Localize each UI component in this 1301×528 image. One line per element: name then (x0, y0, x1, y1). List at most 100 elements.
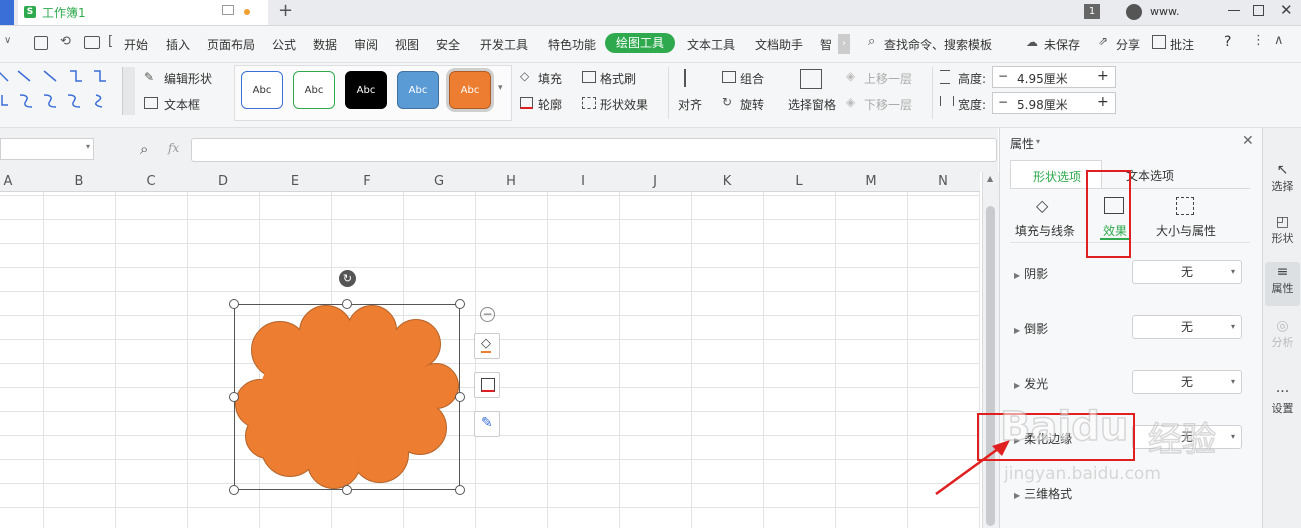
column-header[interactable]: M (835, 174, 907, 189)
reflection-row[interactable]: ▶ 倒影 (1014, 320, 1048, 337)
quick-outline-button[interactable] (474, 372, 500, 398)
rotate-handle-icon[interactable]: ↻ (339, 270, 356, 287)
page-count-badge[interactable]: 1 (1084, 4, 1100, 19)
new-tab-button[interactable]: + (278, 0, 293, 21)
menu-review[interactable]: 审阅 (354, 36, 378, 53)
resize-handle[interactable] (342, 299, 352, 309)
style-option-2[interactable]: Abc (293, 71, 335, 109)
quick-style-button[interactable]: ✎ (474, 411, 500, 437)
line-shapes-gallery[interactable] (0, 67, 120, 115)
bracket-icon[interactable]: [ (108, 34, 113, 49)
print-icon[interactable] (84, 36, 100, 49)
select-pane-button[interactable]: 选择窗格 (788, 96, 836, 113)
command-search[interactable]: 查找命令、搜索模板 (884, 36, 992, 53)
collapse-toolbar-icon[interactable]: − (480, 307, 495, 322)
gallery-scroll[interactable] (122, 67, 135, 115)
column-header[interactable]: A (0, 174, 44, 189)
column-header[interactable]: E (259, 174, 331, 189)
resize-handle[interactable] (229, 299, 239, 309)
pane-title[interactable]: 属性 (1010, 135, 1034, 152)
column-header[interactable]: C (115, 174, 187, 189)
style-option-4[interactable]: Abc (397, 71, 439, 109)
column-header[interactable]: J (619, 174, 691, 189)
name-box-dropdown-icon[interactable]: ▾ (86, 142, 90, 151)
menu-more-arrow-icon[interactable]: › (838, 34, 850, 54)
column-header[interactable]: F (331, 174, 403, 189)
group-button[interactable]: 组合 (740, 70, 764, 87)
tab-text-options[interactable]: 文本选项 (1126, 167, 1174, 184)
help-icon[interactable]: ? (1224, 34, 1231, 50)
column-header[interactable]: H (475, 174, 547, 189)
subtab-size-property[interactable]: 大小与属性 (1150, 194, 1222, 240)
edit-shape-button[interactable]: 编辑形状 (164, 70, 212, 87)
outline-button[interactable]: 轮廓 (538, 96, 562, 113)
more-dots-icon[interactable]: ⋮ (1252, 33, 1265, 48)
resize-handle[interactable] (229, 485, 239, 495)
expand-triangle-icon[interactable]: ▶ (1014, 271, 1020, 280)
menu-text-tools[interactable]: 文本工具 (687, 36, 735, 53)
align-button[interactable]: 对齐 (678, 96, 702, 113)
resize-handle[interactable] (455, 299, 465, 309)
menu-doc-assistant[interactable]: 文档助手 (755, 36, 803, 53)
fill-button[interactable]: 填充 (538, 70, 562, 87)
settings-tool[interactable]: ··· 设置 (1263, 384, 1301, 416)
menu-data[interactable]: 数据 (313, 36, 337, 53)
column-header[interactable]: L (763, 174, 835, 189)
resize-handle[interactable] (229, 392, 239, 402)
column-header[interactable]: G (403, 174, 475, 189)
column-header[interactable]: B (43, 174, 115, 189)
text-box-button[interactable]: 文本框 (164, 96, 200, 113)
width-decrement-button[interactable]: − (998, 95, 1008, 109)
resize-handle[interactable] (455, 392, 465, 402)
height-increment-button[interactable]: + (1097, 68, 1109, 84)
minimize-icon[interactable] (1228, 10, 1240, 11)
menu-security[interactable]: 安全 (436, 36, 460, 53)
restore-icon[interactable] (1253, 5, 1264, 16)
property-tool[interactable]: ≡ 属性 (1265, 262, 1300, 306)
annotate-button[interactable]: 批注 (1170, 36, 1194, 53)
menu-drawing-tools[interactable]: 绘图工具 (605, 33, 675, 53)
style-option-1[interactable]: Abc (241, 71, 283, 109)
cloud-shape[interactable] (234, 304, 460, 490)
width-increment-button[interactable]: + (1097, 94, 1109, 110)
unsaved-status[interactable]: 未保存 (1044, 36, 1080, 53)
resize-handle[interactable] (342, 485, 352, 495)
pane-close-icon[interactable]: ✕ (1242, 133, 1254, 149)
subtab-fill-line[interactable]: ◇ 填充与线条 (1008, 194, 1082, 240)
reflection-dropdown[interactable]: 无 ▾ (1132, 315, 1242, 339)
format-brush-button[interactable]: 格式刷 (600, 70, 636, 87)
column-header[interactable]: K (691, 174, 763, 189)
menu-view[interactable]: 视图 (395, 36, 419, 53)
resize-handle[interactable] (455, 485, 465, 495)
column-header[interactable]: D (187, 174, 259, 189)
formula-input[interactable] (191, 138, 997, 162)
shape-tool[interactable]: ◰ 形状 (1263, 214, 1301, 246)
expand-triangle-icon[interactable]: ▶ (1014, 326, 1020, 335)
select-tool[interactable]: ↖ 选择 (1263, 162, 1301, 194)
height-decrement-button[interactable]: − (998, 69, 1008, 83)
menu-formula[interactable]: 公式 (272, 36, 296, 53)
shape-effect-button[interactable]: 形状效果 (600, 96, 648, 113)
menu-insert[interactable]: 插入 (166, 36, 190, 53)
column-header[interactable]: N (907, 174, 979, 189)
pane-title-dropdown-icon[interactable]: ▾ (1036, 137, 1040, 146)
quick-fill-button[interactable]: ◇ (474, 333, 500, 359)
menu-developer[interactable]: 开发工具 (480, 36, 528, 53)
name-box[interactable]: ▾ (0, 138, 94, 160)
search-icon[interactable]: ⌕ (868, 34, 875, 49)
format-painter-icon[interactable]: ⟲ (60, 34, 71, 49)
send-backward-button[interactable]: 下移一层 (864, 96, 912, 113)
save-icon[interactable] (34, 36, 48, 50)
style-option-3[interactable]: Abc (345, 71, 387, 109)
window-mode-icon[interactable] (222, 5, 234, 15)
menu-page-layout[interactable]: 页面布局 (207, 36, 255, 53)
expand-triangle-icon[interactable]: ▶ (1014, 381, 1020, 390)
gallery-more-icon[interactable]: ▾ (498, 83, 503, 93)
scroll-up-icon[interactable]: ▲ (987, 174, 993, 183)
avatar[interactable] (1126, 4, 1142, 20)
fx-icon[interactable]: fx (168, 141, 179, 155)
menu-start[interactable]: 开始 (124, 36, 148, 53)
analyze-tool[interactable]: ◎ 分析 (1263, 318, 1301, 350)
column-header[interactable]: I (547, 174, 619, 189)
menu-smart[interactable]: 智 (820, 36, 832, 53)
